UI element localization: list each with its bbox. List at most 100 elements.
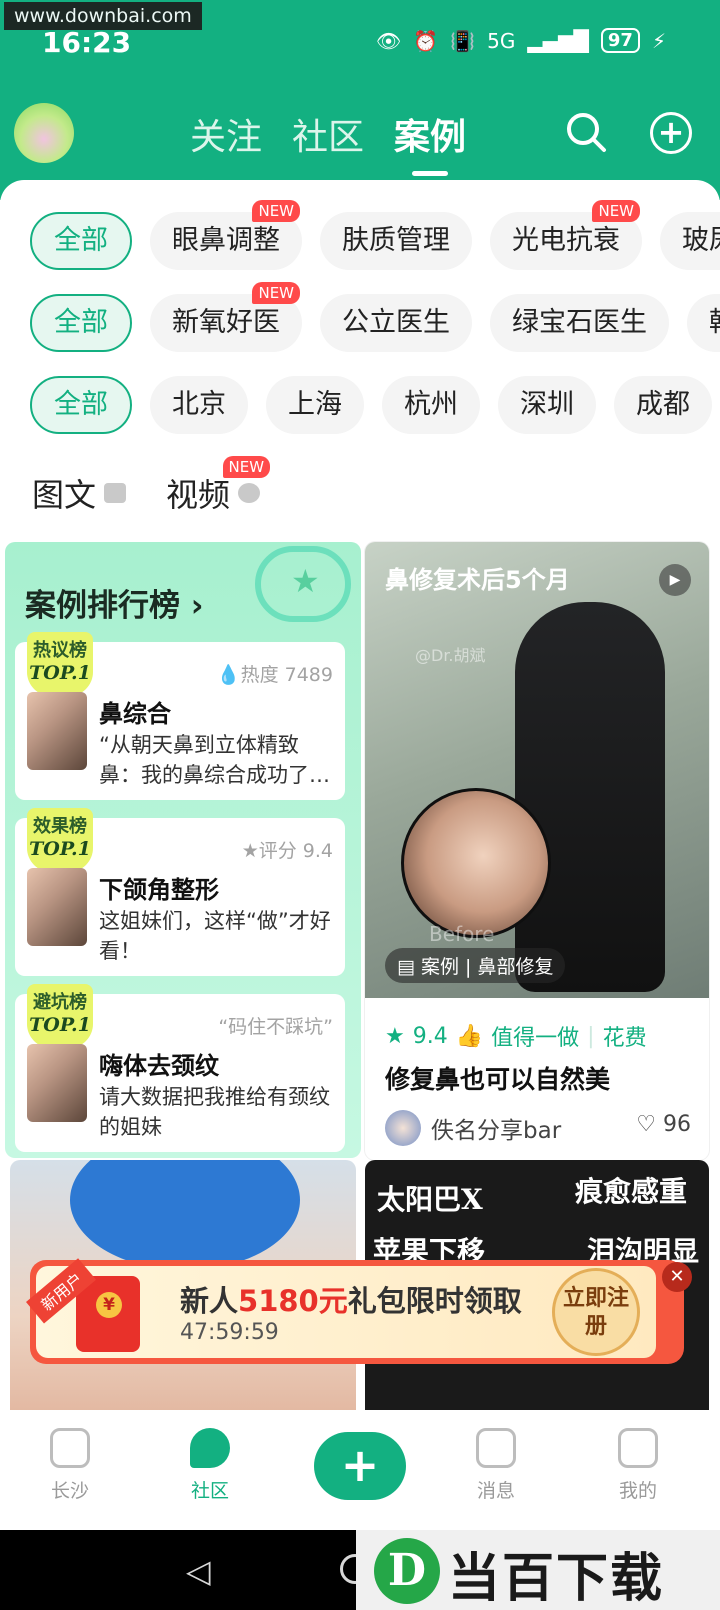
nav-community[interactable]: 社区 — [160, 1428, 260, 1503]
case-photo: @Dr.胡斌 Before 鼻修复术后5个月 ▶ ▤ 案例 | 鼻部修复 — [365, 542, 709, 998]
search-icon[interactable] — [564, 110, 608, 154]
case-score: 9.4 — [412, 1023, 448, 1049]
before-photo — [401, 788, 551, 938]
like-button[interactable]: ♡ 96 — [636, 1112, 691, 1137]
rating-score: ★评分 9.4 — [241, 840, 333, 862]
chip-city-chengdu[interactable]: 成都 — [614, 376, 712, 434]
chip-city-hangzhou[interactable]: 杭州 — [382, 376, 480, 434]
app-screen: www.downbai.com 16:23 👁 ⏰ 📳 5G ▂▄▆█ 97 ⚡… — [0, 0, 720, 1610]
new-user-promo-banner[interactable]: 新人5180元礼包限时领取 47:59:59 立即注册 新用户 ✕ — [26, 1258, 692, 1364]
tab-community[interactable]: 社区 — [292, 108, 364, 170]
star-icon: ★ — [385, 1023, 405, 1049]
register-now-button[interactable]: 立即注册 — [552, 1268, 640, 1356]
tab-follow[interactable]: 关注 — [190, 108, 262, 170]
alarm-icon: ⏰ — [413, 28, 439, 53]
case-title: 修复鼻也可以自然美 — [385, 1065, 611, 1094]
content-sheet: 全部 眼鼻调整NEW 肤质管理 光电抗衰NEW 玻尿 全部 新氧好医NEW 公立… — [0, 180, 720, 1410]
promo-countdown: 47:59:59 — [180, 1320, 279, 1345]
chip-city-shenzhen[interactable]: 深圳 — [498, 376, 596, 434]
filter-video[interactable]: 视频 NEW — [166, 456, 271, 516]
rank-slogan: “码住不踩坑” — [218, 1016, 333, 1038]
user-avatar[interactable] — [14, 103, 74, 163]
chip-all[interactable]: 全部 — [30, 294, 132, 352]
bottom-nav: 长沙 社区 + 消息 我的 — [0, 1410, 720, 1530]
tab-cases[interactable]: 案例 — [394, 108, 466, 176]
chip-all[interactable]: 全部 — [30, 376, 132, 434]
new-badge: NEW — [222, 456, 271, 478]
ranking-title[interactable]: 案例排行榜 › — [25, 580, 204, 625]
doc-icon: ▤ — [397, 956, 415, 978]
chip-photoelectric[interactable]: 光电抗衰 NEW — [490, 200, 642, 270]
case-stats: ★ 9.4 👍 值得一做 | 花费 — [385, 1020, 647, 1052]
status-time: 16:23 — [42, 26, 132, 59]
surgical-cap-photo — [70, 1160, 300, 1270]
charging-icon: ⚡ — [651, 28, 666, 53]
case-card[interactable]: @Dr.胡斌 Before 鼻修复术后5个月 ▶ ▤ 案例 | 鼻部修复 ★ 9… — [365, 542, 709, 1160]
image-icon — [104, 483, 127, 503]
nav-me[interactable]: 我的 — [588, 1428, 688, 1503]
publish-button[interactable]: + — [314, 1432, 406, 1500]
new-badge: NEW — [252, 200, 300, 222]
chevron-right-icon: › — [190, 588, 204, 624]
chip-korea[interactable]: 韩 — [687, 294, 720, 352]
watermark-logo: D — [374, 1538, 440, 1604]
nav-city[interactable]: 长沙 — [20, 1428, 120, 1503]
chip-eye-nose[interactable]: 眼鼻调整 NEW — [150, 200, 302, 270]
nav-messages[interactable]: 消息 — [446, 1428, 546, 1503]
close-icon[interactable]: ✕ — [662, 1262, 692, 1292]
back-icon[interactable]: ◁ — [186, 1552, 211, 1590]
ranking-item[interactable]: 效果榜 TOP.1 ★评分 9.4 下颌角整形 这姐妹们，这样“做”才好看！ — [15, 808, 345, 976]
case-worth: 值得一做 — [491, 1026, 580, 1051]
hot-rank-badge: 热议榜 TOP.1 — [27, 632, 93, 696]
case-desc: “从朝天鼻到立体精致鼻：我的鼻综合成功了… — [99, 733, 330, 787]
media-filter: 图文 视频 NEW — [32, 456, 271, 516]
case-thumbnail — [27, 868, 87, 946]
filter-row-project: 全部 眼鼻调整NEW 肤质管理 光电抗衰NEW 玻尿 — [30, 200, 720, 270]
author-avatar — [385, 1110, 421, 1146]
community-icon — [190, 1428, 230, 1468]
case-thumbnail — [27, 692, 87, 770]
battery-level: 97 — [600, 28, 640, 53]
overlay-text: 痕愈感重 — [575, 1175, 688, 1208]
case-name: 鼻综合 — [99, 700, 171, 728]
chip-city-beijing[interactable]: 北京 — [150, 376, 248, 434]
message-icon — [476, 1428, 516, 1468]
chip-emerald-doctor[interactable]: 绿宝石医生 — [490, 294, 669, 352]
promo-title: 新人5180元礼包限时领取 — [180, 1284, 522, 1318]
chip-hyaluronic[interactable]: 玻尿 — [660, 212, 720, 270]
ranking-item[interactable]: 避坑榜 TOP.1 “码住不踩坑” 嗨体去颈纹 请大数据把我推给有颈纹的姐妹 — [15, 984, 345, 1152]
chip-city-shanghai[interactable]: 上海 — [266, 376, 364, 434]
case-author[interactable]: 佚名分享bar — [385, 1110, 561, 1146]
chip-public-doctor[interactable]: 公立医生 — [320, 294, 472, 352]
top-tabs: 关注 社区 案例 — [190, 108, 466, 176]
thumbs-up-icon: 👍 — [455, 1023, 484, 1049]
header: www.downbai.com 16:23 👁 ⏰ 📳 5G ▂▄▆█ 97 ⚡… — [0, 0, 720, 200]
chip-skin[interactable]: 肤质管理 — [320, 212, 472, 270]
network-label: 5G — [487, 28, 516, 53]
overlay-text: 太阳巴X — [377, 1183, 483, 1216]
case-name: 嗨体去颈纹 — [99, 1052, 219, 1080]
ranking-card[interactable]: 案例排行榜 › 热议榜TOP.1 💧热度 7489 鼻综合 “从朝天鼻到立体精致… — [5, 542, 361, 1158]
photo-watermark: @Dr.胡斌 — [415, 646, 486, 665]
vibrate-icon: 📳 — [450, 28, 476, 53]
effect-rank-badge: 效果榜 TOP.1 — [27, 808, 93, 872]
star-icon: ★ — [241, 840, 259, 862]
bag-icon — [50, 1428, 90, 1468]
planet-star-icon — [255, 546, 351, 622]
filter-image-text[interactable]: 图文 — [32, 470, 127, 516]
status-icons: 👁 ⏰ 📳 5G ▂▄▆█ 97 ⚡ — [376, 28, 666, 53]
filter-row-doctor: 全部 新氧好医NEW 公立医生 绿宝石医生 韩 — [30, 282, 720, 352]
case-tag: ▤ 案例 | 鼻部修复 — [385, 948, 566, 983]
heart-icon: ♡ — [636, 1112, 656, 1137]
chip-all[interactable]: 全部 — [30, 212, 132, 270]
add-post-button[interactable]: + — [650, 112, 692, 154]
case-desc: 请大数据把我推给有颈纹的姐妹 — [99, 1085, 330, 1139]
play-icon[interactable]: ▶ — [659, 564, 691, 596]
signal-icon: ▂▄▆█ — [527, 28, 589, 53]
avoid-rank-badge: 避坑榜 TOP.1 — [27, 984, 93, 1048]
case-name: 下颌角整形 — [99, 876, 219, 904]
ranking-item[interactable]: 热议榜 TOP.1 💧热度 7489 鼻综合 “从朝天鼻到立体精致鼻：我的鼻综合成… — [15, 632, 345, 800]
new-badge: NEW — [252, 282, 300, 304]
after-photo — [515, 602, 665, 992]
chip-soyoung-doctor[interactable]: 新氧好医 NEW — [150, 282, 302, 352]
